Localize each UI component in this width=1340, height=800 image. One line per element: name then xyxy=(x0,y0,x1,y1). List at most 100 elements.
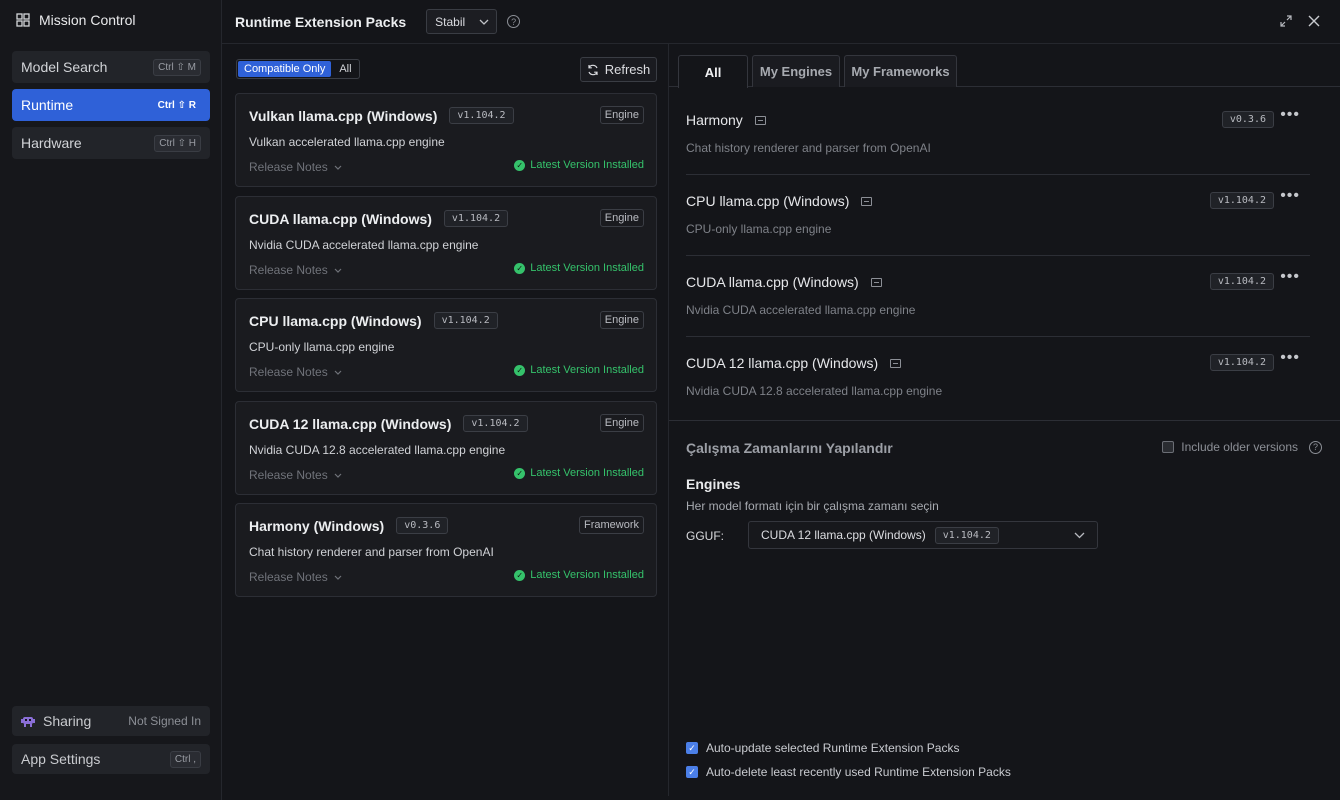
pack-name: Vulkan llama.cpp (Windows) xyxy=(249,107,438,124)
sidebar-header: Mission Control xyxy=(0,0,221,40)
install-status-label: Latest Version Installed xyxy=(530,159,644,171)
type-badge: Engine xyxy=(599,414,644,432)
document-icon[interactable] xyxy=(870,277,882,287)
install-status-label: Latest Version Installed xyxy=(530,569,644,581)
engines-subtitle: Her model formatı için bir çalışma zaman… xyxy=(686,499,939,513)
check-icon: ✓ xyxy=(514,364,526,376)
check-icon: ✓ xyxy=(514,262,526,274)
refresh-button[interactable]: Refresh xyxy=(580,57,657,82)
engine-row: CPU llama.cpp (Windows) v1.104.2 ••• CPU… xyxy=(686,175,1310,256)
sidebar-item-runtime[interactable]: Runtime Ctrl ⇧ R xyxy=(12,89,210,121)
auto-delete-label: Auto-delete least recently used Runtime … xyxy=(706,765,1011,779)
include-older-versions[interactable]: Include older versions ? xyxy=(1162,440,1322,454)
document-icon[interactable] xyxy=(754,115,766,125)
app-settings-button[interactable]: App Settings Ctrl , xyxy=(12,744,210,774)
pack-card: Harmony (Windows) v0.3.6 Framework Chat … xyxy=(235,503,657,597)
auto-update-label: Auto-update selected Runtime Extension P… xyxy=(706,741,960,755)
sidebar-item-label: Hardware xyxy=(21,135,82,151)
more-options-icon[interactable]: ••• xyxy=(1280,349,1300,367)
release-notes-toggle[interactable]: Release Notes xyxy=(249,160,342,174)
chevron-down-icon xyxy=(334,575,342,580)
version-badge: v1.104.2 xyxy=(1209,273,1274,290)
pack-name: CPU llama.cpp (Windows) xyxy=(249,312,422,329)
chevron-down-icon xyxy=(479,19,489,25)
pack-card: CUDA 12 llama.cpp (Windows) v1.104.2 Eng… xyxy=(235,401,657,495)
document-icon[interactable] xyxy=(861,196,873,206)
chevron-down-icon xyxy=(334,165,342,170)
release-notes-toggle[interactable]: Release Notes xyxy=(249,468,342,482)
help-icon[interactable]: ? xyxy=(507,15,521,28)
app-title: Mission Control xyxy=(39,12,136,28)
engine-name: CPU llama.cpp (Windows) xyxy=(686,193,850,209)
pack-name: CUDA llama.cpp (Windows) xyxy=(249,210,432,227)
version-badge: v0.3.6 xyxy=(1221,111,1274,128)
alien-icon xyxy=(21,717,35,727)
engine-title: Harmony xyxy=(686,112,766,128)
include-older-checkbox[interactable] xyxy=(1162,441,1175,453)
help-icon[interactable]: ? xyxy=(1309,440,1322,454)
tab-my-frameworks[interactable]: My Frameworks xyxy=(844,55,957,87)
top-bar: Runtime Extension Packs Stabil ? xyxy=(222,0,1340,44)
refresh-icon xyxy=(588,64,598,75)
release-notes-label: Release Notes xyxy=(249,468,328,482)
release-notes-toggle[interactable]: Release Notes xyxy=(249,570,342,584)
release-notes-label: Release Notes xyxy=(249,160,328,174)
install-status-label: Latest Version Installed xyxy=(530,262,644,274)
compatibility-filter: Compatible Only All xyxy=(236,59,360,79)
install-status: ✓ Latest Version Installed xyxy=(514,467,644,479)
sharing-button[interactable]: Sharing Not Signed In xyxy=(12,706,210,736)
app-settings-label: App Settings xyxy=(21,751,101,767)
runtime-tabs: All My Engines My Frameworks xyxy=(669,55,1340,88)
sidebar-item-model-search[interactable]: Model Search Ctrl ⇧ M xyxy=(12,51,210,83)
document-icon[interactable] xyxy=(890,358,902,368)
shortcut-badge: Ctrl ⇧ R xyxy=(157,99,196,111)
check-icon: ✓ xyxy=(514,569,526,581)
more-options-icon[interactable]: ••• xyxy=(1280,187,1300,205)
version-badge: v1.104.2 xyxy=(449,107,514,124)
channel-select[interactable]: Stabil xyxy=(426,9,498,34)
install-status: ✓ Latest Version Installed xyxy=(514,159,644,171)
sidebar-item-hardware[interactable]: Hardware Ctrl ⇧ H xyxy=(12,127,210,159)
engine-description: Chat history renderer and parser from Op… xyxy=(686,141,931,155)
install-status: ✓ Latest Version Installed xyxy=(514,262,644,274)
auto-update-option[interactable]: ✓ Auto-update selected Runtime Extension… xyxy=(686,741,959,755)
pack-description: Nvidia CUDA accelerated llama.cpp engine xyxy=(249,238,479,252)
pack-description: Vulkan accelerated llama.cpp engine xyxy=(249,135,445,149)
pack-title: CPU llama.cpp (Windows) v1.104.2 xyxy=(249,312,498,329)
expand-icon[interactable] xyxy=(1278,13,1294,29)
engine-title: CUDA llama.cpp (Windows) xyxy=(686,274,882,290)
gguf-selected-runtime: CUDA 12 llama.cpp (Windows) xyxy=(761,528,926,542)
version-badge: v1.104.2 xyxy=(1209,192,1274,209)
release-notes-label: Release Notes xyxy=(249,263,328,277)
more-options-icon[interactable]: ••• xyxy=(1280,106,1300,124)
tab-my-engines[interactable]: My Engines xyxy=(752,55,840,87)
type-badge: Framework xyxy=(578,516,644,534)
auto-delete-option[interactable]: ✓ Auto-delete least recently used Runtim… xyxy=(686,765,1011,779)
type-badge: Engine xyxy=(599,209,644,227)
release-notes-toggle[interactable]: Release Notes xyxy=(249,263,342,277)
auto-update-checkbox[interactable]: ✓ xyxy=(686,742,698,754)
channel-value: Stabil xyxy=(435,14,466,29)
configure-runtimes-title: Çalışma Zamanlarını Yapılandır xyxy=(686,440,893,456)
extension-packs-panel: Compatible Only All Refresh Vulkan llama… xyxy=(222,44,669,796)
tab-all[interactable]: All xyxy=(678,55,748,88)
section-divider xyxy=(669,420,1340,421)
pack-title: Harmony (Windows) v0.3.6 xyxy=(249,517,449,534)
filter-all[interactable]: All xyxy=(333,61,357,77)
close-icon[interactable] xyxy=(1306,13,1322,29)
engine-title: CUDA 12 llama.cpp (Windows) xyxy=(686,355,902,371)
refresh-label: Refresh xyxy=(604,62,651,77)
engine-description: CPU-only llama.cpp engine xyxy=(686,222,832,236)
more-options-icon[interactable]: ••• xyxy=(1280,268,1300,286)
gguf-runtime-select[interactable]: CUDA 12 llama.cpp (Windows) v1.104.2 xyxy=(748,521,1098,549)
auto-delete-checkbox[interactable]: ✓ xyxy=(686,766,698,778)
engines-heading: Engines xyxy=(686,476,741,492)
check-icon: ✓ xyxy=(514,467,526,479)
release-notes-toggle[interactable]: Release Notes xyxy=(249,365,342,379)
chevron-down-icon xyxy=(1074,532,1085,538)
engine-name: Harmony xyxy=(686,112,743,128)
filter-compatible-only[interactable]: Compatible Only xyxy=(238,61,332,77)
version-badge: v1.104.2 xyxy=(463,415,528,432)
pack-description: Nvidia CUDA 12.8 accelerated llama.cpp e… xyxy=(249,443,506,457)
version-badge: v0.3.6 xyxy=(396,517,449,534)
